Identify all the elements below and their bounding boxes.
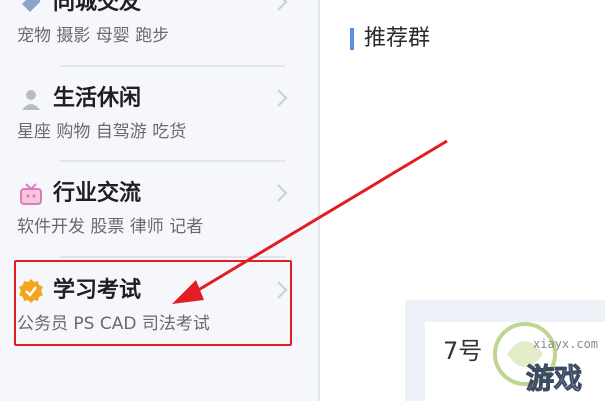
- chevron-right-icon: [277, 89, 288, 107]
- category-title: 行业交流: [53, 181, 142, 206]
- category-divider: [60, 160, 285, 162]
- category-divider: [60, 256, 285, 258]
- section-title: 推荐群: [364, 26, 431, 51]
- tag-icon: [22, 0, 40, 12]
- person-icon: [22, 90, 40, 110]
- highlight-box: [14, 260, 292, 346]
- category-subtitle: 宠物 摄影 母婴 跑步: [17, 26, 170, 46]
- watermark-brand: 游戏: [525, 362, 583, 396]
- tv-icon: [20, 183, 42, 205]
- section-accent-bar: [350, 28, 354, 50]
- category-subtitle: 软件开发 股票 律师 记者: [17, 217, 204, 237]
- category-title: 同城交友: [53, 0, 142, 15]
- chevron-right-icon: [277, 0, 288, 11]
- chevron-right-icon: [277, 184, 288, 202]
- sidebar-border: [318, 0, 320, 401]
- category-title: 生活休闲: [53, 86, 142, 111]
- category-subtitle: 星座 购物 自驾游 吃货: [17, 122, 187, 142]
- category-divider: [60, 65, 285, 67]
- watermark-url: xiayx.com: [533, 337, 599, 351]
